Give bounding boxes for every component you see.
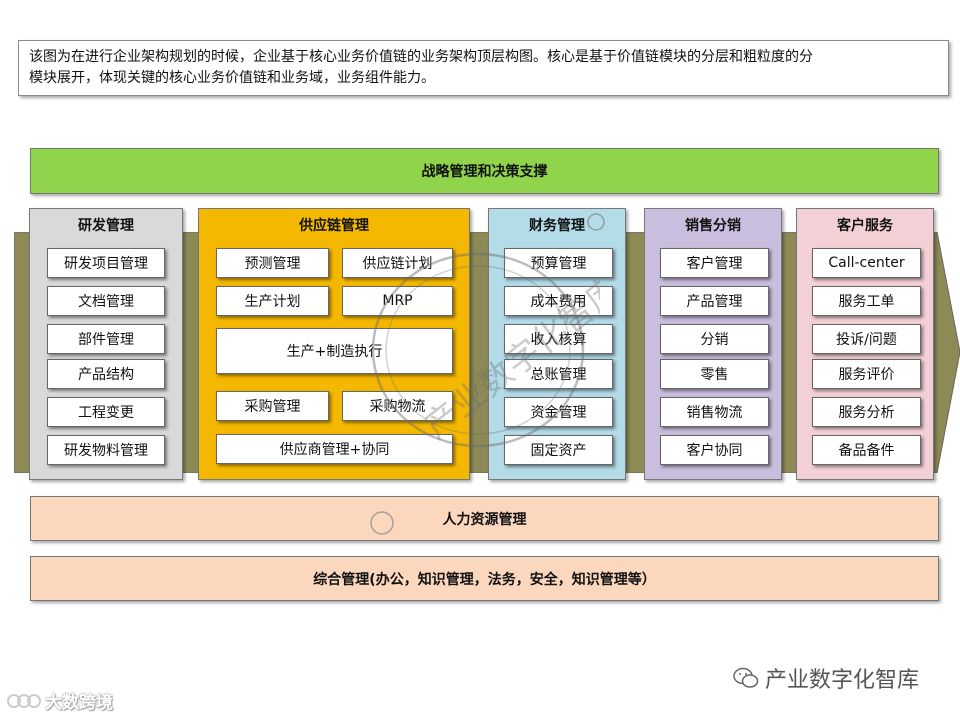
item-cost: 成本费用	[504, 286, 613, 316]
general-band: 综合管理(办公，知识管理，法务，安全，知识管理等）	[30, 556, 939, 601]
column-title-supply-chain: 供应链管理	[299, 218, 369, 234]
logo-icon	[7, 693, 41, 708]
item-rd-document: 文档管理	[47, 286, 165, 316]
column-title-rd: 研发管理	[78, 218, 134, 234]
item-service-ticket: 服务工单	[812, 286, 921, 316]
hr-band: 人力资源管理	[30, 496, 939, 541]
item-production-plan: 生产计划	[216, 286, 329, 316]
item-customer-collaboration: 客户协同	[660, 435, 769, 465]
column-title-service: 客户服务	[837, 218, 893, 234]
column-title-finance: 财务管理	[529, 218, 585, 234]
item-supplier-collaboration: 供应商管理+协同	[216, 434, 453, 464]
corner-watermark-text: 大数跨境	[45, 693, 113, 713]
column-service: 客户服务 Call-center 服务工单 投诉/问题 服务评价 服务分析 备品…	[796, 208, 934, 480]
item-complaint: 投诉/问题	[812, 324, 921, 354]
item-manufacturing-execution: 生产+制造执行	[216, 328, 453, 374]
item-purchase-logistics: 采购物流	[342, 391, 453, 421]
brand-watermark: 产业数字化智库	[733, 662, 919, 694]
item-forecast: 预测管理	[216, 248, 329, 278]
item-customer: 客户管理	[660, 248, 769, 278]
item-supply-plan: 供应链计划	[342, 248, 453, 278]
item-call-center: Call-center	[812, 248, 921, 278]
item-sales-logistics: 销售物流	[660, 397, 769, 427]
item-rd-part: 部件管理	[47, 324, 165, 354]
item-spare-parts: 备品备件	[812, 435, 921, 465]
item-revenue: 收入核算	[504, 324, 613, 354]
item-service-rating: 服务评价	[812, 359, 921, 389]
item-product: 产品管理	[660, 286, 769, 316]
item-rd-structure: 产品结构	[47, 359, 165, 389]
column-finance: 财务管理 预算管理 成本费用 收入核算 总账管理 资金管理 固定资产	[488, 208, 626, 480]
column-supply-chain: 供应链管理 预测管理 供应链计划 生产计划 MRP 生产+制造执行 采购管理 采…	[198, 208, 470, 480]
item-ledger: 总账管理	[504, 359, 613, 389]
item-fixed-assets: 固定资产	[504, 435, 613, 465]
brand-watermark-text: 产业数字化智库	[765, 668, 920, 693]
item-rd-material: 研发物料管理	[47, 435, 165, 465]
corner-watermark: 大数跨境	[6, 688, 113, 713]
description-line-2: 模块展开，体现关键的核心业务价值链和业务域，业务组件能力。	[29, 70, 435, 86]
item-rd-project: 研发项目管理	[47, 248, 165, 278]
item-mrp: MRP	[342, 286, 453, 316]
general-band-label: 综合管理(办公，知识管理，法务，安全，知识管理等）	[313, 571, 656, 588]
column-sales: 销售分销 客户管理 产品管理 分销 零售 销售物流 客户协同	[644, 208, 782, 480]
item-service-analysis: 服务分析	[812, 397, 921, 427]
item-funds: 资金管理	[504, 397, 613, 427]
description-box: 该图为在进行企业架构规划的时候，企业基于核心业务价值链的业务架构顶层构图。核心是…	[18, 40, 949, 96]
strategy-band: 战略管理和决策支撑	[30, 148, 939, 194]
description-line-1: 该图为在进行企业架构规划的时候，企业基于核心业务价值链的业务架构顶层构图。核心是…	[29, 49, 813, 65]
item-rd-engineering-change: 工程变更	[47, 397, 165, 427]
strategy-band-label: 战略管理和决策支撑	[421, 164, 548, 180]
item-retail: 零售	[660, 359, 769, 389]
item-purchasing: 采购管理	[216, 391, 329, 421]
item-distribution: 分销	[660, 324, 769, 354]
column-title-sales: 销售分销	[685, 218, 741, 234]
wechat-icon	[733, 667, 759, 688]
item-budget: 预算管理	[504, 248, 613, 278]
hr-band-label: 人力资源管理	[442, 511, 527, 528]
column-rd: 研发管理 研发项目管理 文档管理 部件管理 产品结构 工程变更 研发物料管理	[29, 208, 183, 480]
